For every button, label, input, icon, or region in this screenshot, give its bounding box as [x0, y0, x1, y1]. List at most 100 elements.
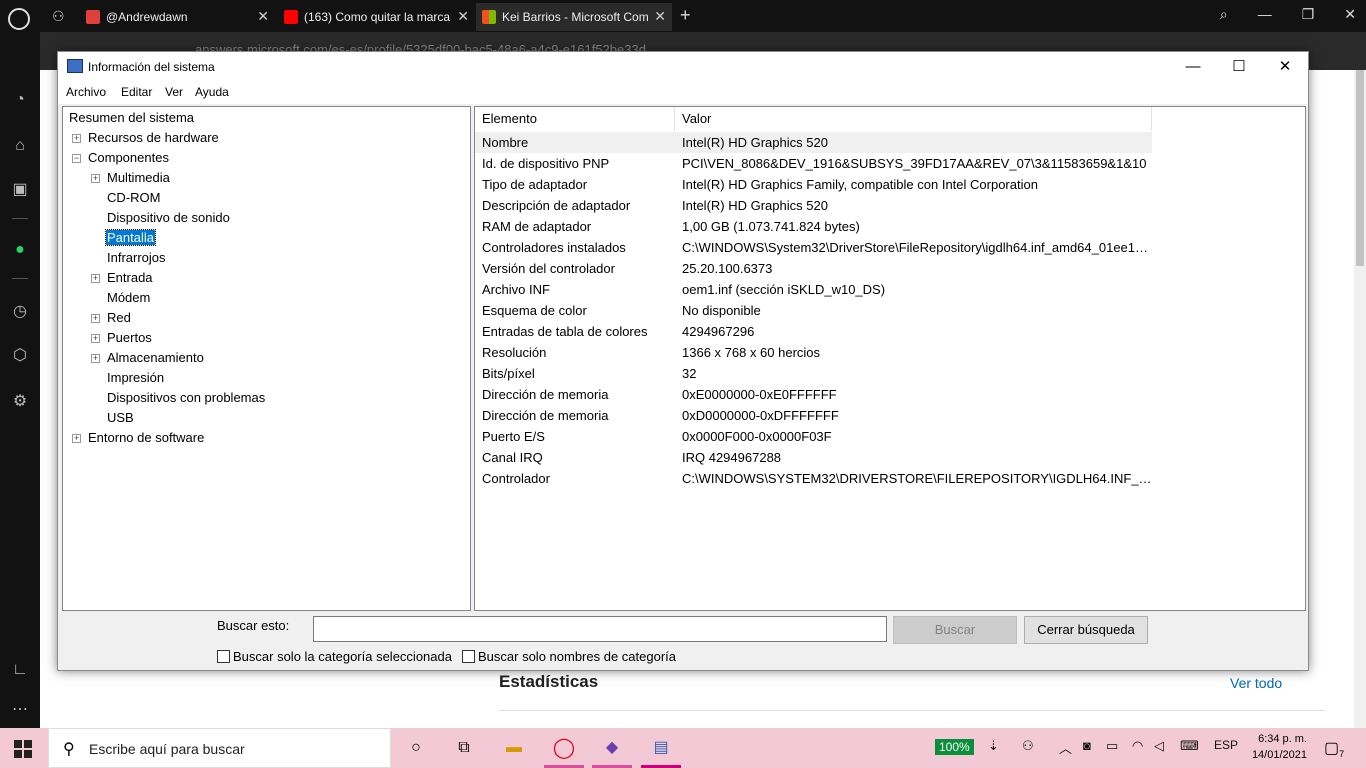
tree-item-cdrom[interactable]: CD-ROM [107, 189, 160, 207]
search-tabs-icon[interactable]: ⌕ [1220, 6, 1228, 23]
expand-plus-icon[interactable]: + [72, 434, 81, 443]
keyboard-icon[interactable]: ⌨ [1180, 738, 1199, 754]
tree-item-problem-devices[interactable]: Dispositivos con problemas [107, 389, 265, 407]
tree-item-display[interactable]: Pantalla [105, 229, 156, 247]
camera-icon[interactable]: ◙ [1083, 738, 1091, 753]
menu-archivo[interactable]: Archivo [66, 85, 106, 99]
close-tab-icon[interactable]: ✕ [654, 8, 666, 25]
restore-icon[interactable]: ❐ [1302, 6, 1315, 23]
details-list: Elemento Valor Nombre Intel(R) HD Graphic… [474, 106, 1306, 611]
opera-taskbar-icon[interactable]: ◯ [552, 736, 576, 760]
history-icon[interactable]: ◷ [10, 302, 30, 322]
close-search-button[interactable]: Cerrar búsqueda [1024, 616, 1148, 644]
row-element: Tipo de adaptador [482, 177, 588, 192]
maximize-icon[interactable]: ☐ [1216, 56, 1262, 80]
table-row[interactable]: Canal IRQ IRQ 4294967288 [475, 447, 1152, 468]
ver-todo-link[interactable]: Ver todo [1230, 675, 1282, 691]
battery-percent[interactable]: 100% [935, 739, 974, 755]
table-row[interactable]: Archivo INF oem1.inf (sección iSKLD_w10_D… [475, 279, 1152, 300]
shopping-icon[interactable]: ⌂ [10, 136, 30, 156]
column-header-element[interactable]: Elemento [475, 107, 675, 131]
notifications-icon[interactable]: ▢7 [1324, 738, 1344, 759]
collapse-minus-icon[interactable]: − [72, 154, 81, 163]
tab-andrewdawn[interactable]: @Andrewdawn ✕ [80, 3, 275, 31]
whatsapp-icon[interactable]: ● [10, 240, 30, 260]
table-row[interactable]: Nombre Intel(R) HD Graphics 520 [475, 132, 1152, 153]
search-category-names-checkbox[interactable]: Buscar solo nombres de categoría [462, 649, 676, 664]
new-tab-icon[interactable]: + [680, 5, 691, 26]
battery-icon[interactable]: ▭ [1106, 738, 1118, 754]
table-row[interactable]: Descripción de adaptador Intel(R) HD Grap… [475, 195, 1152, 216]
chevron-up-icon[interactable]: ︿ [1059, 738, 1072, 757]
scrollbar-thumb[interactable] [1356, 70, 1364, 266]
sidebar-app-icon[interactable]: ∟ [10, 660, 30, 680]
tab-microsoft[interactable]: Kei Barrios - Microsoft Com ✕ [476, 3, 672, 31]
expand-plus-icon[interactable]: + [72, 134, 81, 143]
checkbox-icon[interactable] [217, 650, 230, 663]
people-icon[interactable]: ⚇ [1022, 738, 1034, 754]
taskbar-clock[interactable]: 6:34 p. m. 14/01/2021 [1242, 731, 1307, 763]
tree-item-usb[interactable]: USB [107, 409, 134, 427]
tree-item-printing[interactable]: Impresión [107, 369, 164, 387]
msinfo-taskbar-icon[interactable]: ▤ [649, 736, 673, 760]
language-indicator[interactable]: ESP [1214, 738, 1238, 752]
settings-gear-icon[interactable]: ⚙ [10, 392, 30, 412]
opera-logo-icon[interactable] [8, 8, 30, 30]
expand-plus-icon[interactable]: + [91, 174, 100, 183]
tab-youtube[interactable]: (163) Como quitar la marca ✕ [278, 3, 475, 31]
minimize-icon[interactable]: — [1258, 6, 1272, 23]
close-icon[interactable]: ✕ [1262, 56, 1308, 80]
tree-item-summary[interactable]: Resumen del sistema [69, 109, 194, 127]
page-scrollbar[interactable] [1354, 70, 1366, 728]
close-tab-icon[interactable]: ✕ [457, 8, 469, 25]
gamepad-icon[interactable]: ⚇ [52, 8, 65, 25]
table-row[interactable]: Dirección de memoria 0xE0000000-0xE0FFFFF… [475, 384, 1152, 405]
minimize-icon[interactable]: — [1170, 56, 1216, 80]
table-row[interactable]: Resolución 1366 x 768 x 60 hercios [475, 342, 1152, 363]
menu-ver[interactable]: Ver [165, 85, 183, 99]
search-input[interactable] [313, 616, 887, 642]
checkbox-icon[interactable] [462, 650, 475, 663]
menu-editar[interactable]: Editar [121, 85, 152, 99]
window-titlebar[interactable]: Información del sistema — ☐ ✕ [58, 52, 1308, 82]
expand-plus-icon[interactable]: + [91, 274, 100, 283]
table-row[interactable]: Versión del controlador 25.20.100.6373 [475, 258, 1152, 279]
table-row[interactable]: Esquema de color No disponible [475, 300, 1152, 321]
task-view-icon[interactable]: ⧉ [452, 736, 476, 760]
windows-start-icon[interactable] [14, 740, 32, 758]
twitch-icon[interactable]: ▣ [10, 180, 30, 200]
tree-item-modem[interactable]: Módem [107, 289, 150, 307]
pin-icon[interactable]: ⇣ [988, 738, 999, 754]
extensions-icon[interactable]: ⬡ [10, 346, 30, 366]
find-button[interactable]: Buscar [893, 616, 1017, 644]
table-row[interactable]: Controladores instalados C:\WINDOWS\Syste… [475, 237, 1152, 258]
menu-ayuda[interactable]: Ayuda [195, 85, 229, 99]
close-icon[interactable]: ✕ [1344, 6, 1356, 23]
table-row[interactable]: Id. de dispositivo PNP PCI\VEN_8086&DEV_1… [475, 153, 1152, 174]
search-selected-category-checkbox[interactable]: Buscar solo la categoría seleccionada [217, 649, 452, 664]
close-tab-icon[interactable]: ✕ [257, 8, 269, 25]
table-row[interactable]: Bits/píxel 32 [475, 363, 1152, 384]
category-tree: Resumen del sistema + Recursos de hardwa… [62, 106, 471, 611]
table-row[interactable]: Entradas de tabla de colores 4294967296 [475, 321, 1152, 342]
expand-plus-icon[interactable]: + [91, 314, 100, 323]
more-icon[interactable]: ⋯ [10, 700, 30, 720]
expand-plus-icon[interactable]: + [91, 354, 100, 363]
volume-icon[interactable]: ◁ [1154, 738, 1164, 754]
tree-item-sound[interactable]: Dispositivo de sonido [107, 209, 230, 227]
taskbar-search-box[interactable]: ⚲ Escribe aquí para buscar [48, 728, 391, 768]
table-row[interactable]: Tipo de adaptador Intel(R) HD Graphics Fa… [475, 174, 1152, 195]
table-row[interactable]: Dirección de memoria 0xD0000000-0xDFFFFFF… [475, 405, 1152, 426]
table-row[interactable]: RAM de adaptador 1,00 GB (1.073.741.824 b… [475, 216, 1152, 237]
table-row[interactable]: Puerto E/S 0x0000F000-0x0000F03F [475, 426, 1152, 447]
table-row[interactable]: Controlador C:\WINDOWS\SYSTEM32\DRIVERSTO… [475, 468, 1152, 489]
tree-item-infrared[interactable]: Infrarrojos [107, 249, 166, 267]
browser-tab-bar: ⚇ @Andrewdawn ✕ (163) Como quitar la mar… [0, 0, 1366, 32]
file-explorer-icon[interactable]: ▬ [502, 736, 526, 760]
speed-dial-icon[interactable]: ◔ [10, 90, 30, 110]
cortana-icon[interactable]: ○ [404, 736, 428, 760]
game-app-icon[interactable]: ◆ [600, 736, 624, 760]
wifi-icon[interactable]: ◠ [1132, 738, 1143, 754]
column-header-value[interactable]: Valor [675, 107, 1152, 131]
expand-plus-icon[interactable]: + [91, 334, 100, 343]
